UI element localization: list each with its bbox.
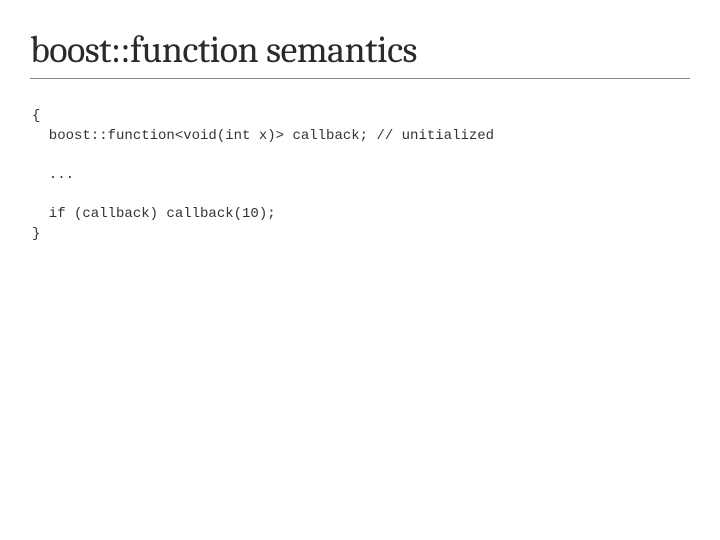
slide: boost::function semantics { boost::funct… xyxy=(0,0,720,264)
code-line: ... xyxy=(32,167,74,183)
code-line: { xyxy=(32,108,40,124)
code-block: { boost::function<void(int x)> callback;… xyxy=(32,107,690,244)
code-line: if (callback) callback(10); xyxy=(32,206,276,222)
code-line: boost::function<void(int x)> callback; /… xyxy=(32,128,494,144)
title-divider xyxy=(30,78,690,79)
code-line: } xyxy=(32,226,40,242)
slide-title: boost::function semantics xyxy=(30,28,690,72)
